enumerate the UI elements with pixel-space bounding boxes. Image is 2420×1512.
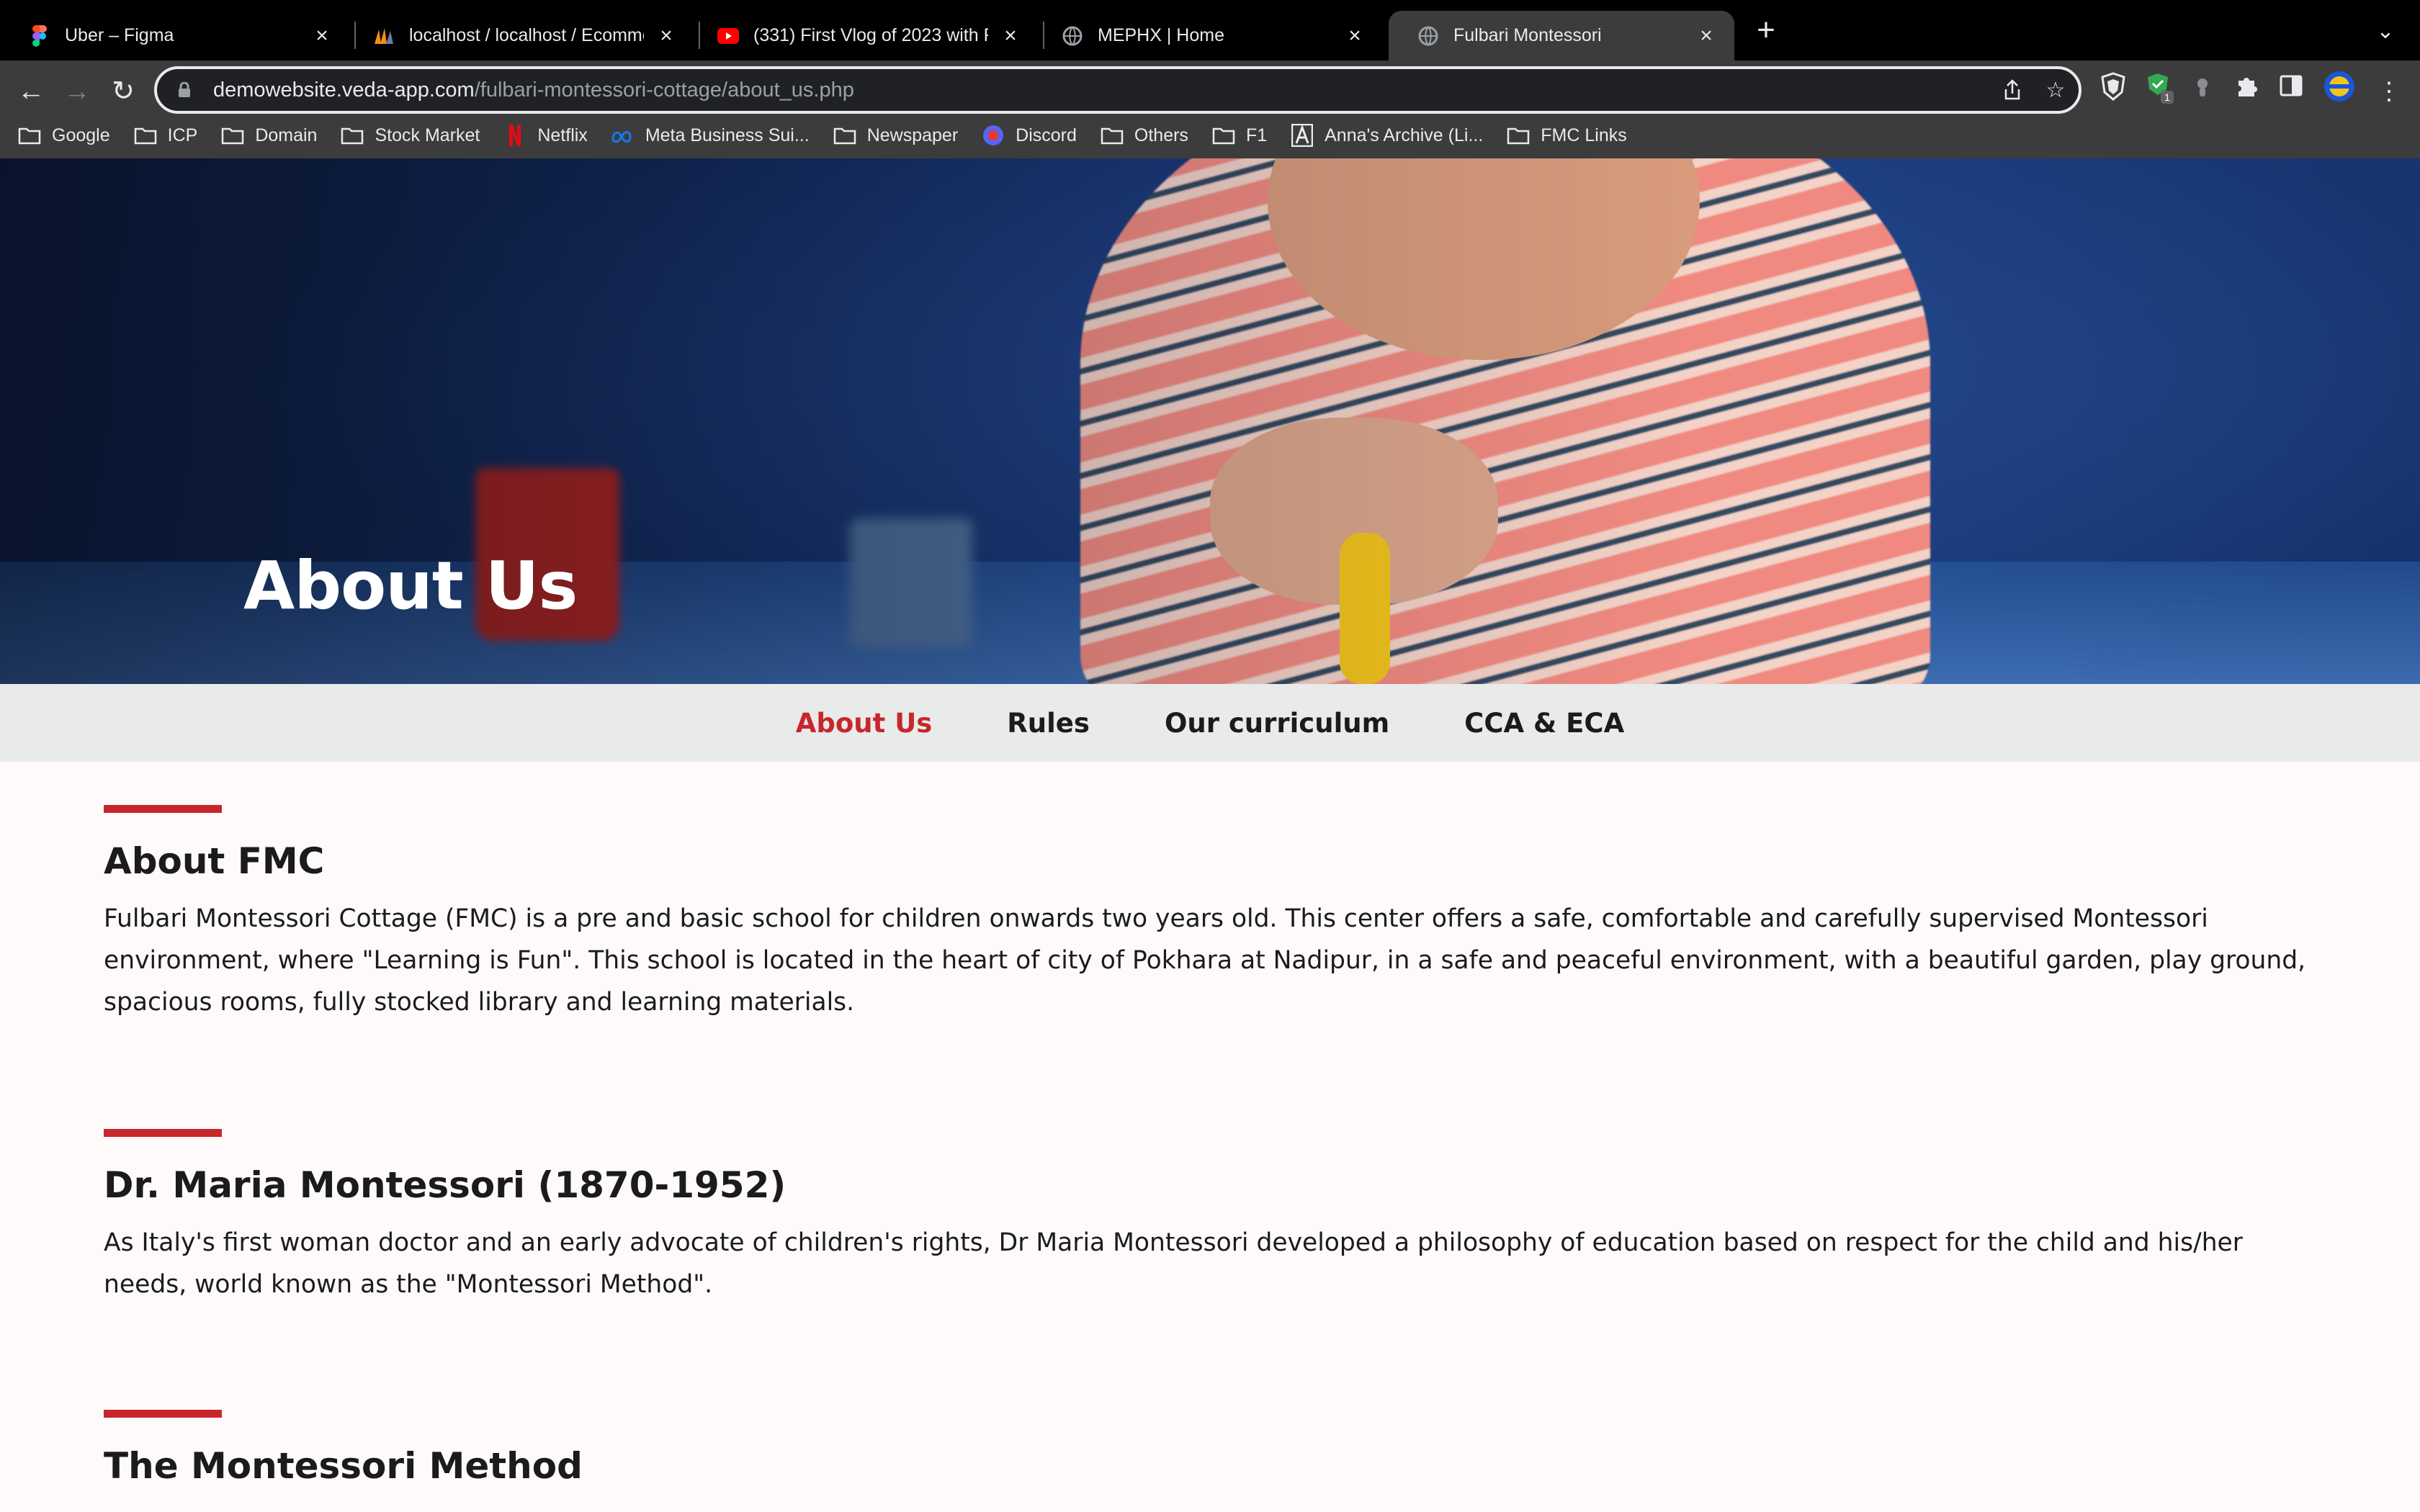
section-about-fmc: About FMC Fulbari Montessori Cottage (FM… [104, 805, 2308, 1023]
discord-icon [981, 125, 1005, 145]
url-path: /fulbari-montessori-cottage/about_us.php [474, 78, 854, 102]
address-bar[interactable]: demowebsite.veda-app.com/fulbari-montess… [154, 66, 2081, 114]
tab-localhost[interactable]: localhost / localhost / Ecomme × [344, 11, 694, 60]
bookmark-google[interactable]: Google [17, 125, 110, 146]
hero-banner: About Us [0, 158, 2420, 684]
folder-icon [1211, 125, 1236, 145]
globe-icon [1417, 25, 1439, 47]
section-body: As Italy's first woman doctor and an ear… [104, 1228, 2243, 1299]
about-subnav: About Us Rules Our curriculum CCA & ECA [0, 684, 2420, 762]
puzzle-extensions-icon[interactable] [2234, 73, 2263, 102]
bookmark-star-icon[interactable]: ☆ [2044, 79, 2067, 102]
subnav-rules[interactable]: Rules [1007, 708, 1090, 739]
bookmark-label: ICP [167, 125, 198, 145]
url-text: demowebsite.veda-app.com/fulbari-montess… [213, 78, 854, 102]
subnav-cca-eca[interactable]: CCA & ECA [1464, 708, 1624, 739]
tab-title: MEPHX | Home [1098, 25, 1224, 45]
bookmark-label: Netflix [537, 125, 588, 145]
share-icon[interactable] [2001, 79, 2024, 102]
section-maria-montessori: Dr. Maria Montessori (1870-1952) As Ital… [104, 1129, 2308, 1305]
annas-archive-icon [1290, 124, 1314, 147]
browser-toolbar: ← → ↻ demowebsite.veda-app.com/fulbari-m… [0, 60, 2420, 173]
figma-icon [29, 24, 50, 47]
tab-mephx[interactable]: MEPHX | Home × [1033, 11, 1383, 60]
bookmark-f1[interactable]: F1 [1211, 125, 1267, 146]
bookmark-label: Meta Business Sui... [645, 125, 810, 145]
tab-title: Fulbari Montessori [1453, 25, 1602, 45]
tab-search-chevron-icon[interactable]: ⌄ [2370, 16, 2401, 48]
close-icon[interactable]: × [1695, 24, 1717, 48]
back-arrow-icon[interactable]: ← [13, 73, 49, 109]
folder-icon [340, 125, 364, 145]
bookmark-label: FMC Links [1541, 125, 1627, 145]
url-host: demowebsite.veda-app.com [213, 78, 475, 102]
shield-check-extension-icon[interactable]: 1 [2145, 72, 2174, 104]
tab-youtube[interactable]: (331) First Vlog of 2023 with F × [689, 11, 1039, 60]
page-title: About Us [243, 547, 578, 624]
folder-icon [1506, 125, 1531, 145]
globe-icon [1062, 25, 1083, 47]
folder-icon [1100, 125, 1124, 145]
bookmark-fmc-links[interactable]: FMC Links [1506, 125, 1627, 146]
folder-icon [133, 125, 158, 145]
bookmark-netflix[interactable]: Netflix [503, 125, 588, 146]
tab-fulbari-montessori[interactable]: Fulbari Montessori × [1389, 11, 1734, 60]
extension-icon[interactable] [2190, 73, 2218, 102]
phpmyadmin-icon [373, 25, 395, 47]
section-body: Fulbari Montessori Cottage (FMC) is a pr… [104, 904, 2306, 1017]
close-icon[interactable]: × [1344, 24, 1366, 48]
subnav-about-us[interactable]: About Us [796, 708, 933, 739]
bookmark-label: Stock Market [375, 125, 480, 145]
bookmark-label: Others [1134, 125, 1188, 145]
folder-icon [17, 125, 42, 145]
bookmark-icp[interactable]: ICP [133, 125, 198, 146]
profile-avatar[interactable] [2323, 71, 2354, 102]
bookmark-domain[interactable]: Domain [220, 125, 317, 146]
youtube-icon [717, 25, 739, 47]
bookmark-annas-archive[interactable]: Anna's Archive (Li... [1290, 124, 1484, 147]
bookmarks-bar: Google ICP Domain Stock Market Netflix M… [0, 114, 2420, 157]
netflix-icon [503, 125, 527, 146]
section-accent-bar [104, 805, 222, 813]
section-accent-bar [104, 1129, 222, 1137]
folder-icon [220, 125, 245, 145]
extension-badge: 1 [2164, 91, 2170, 103]
tab-figma[interactable]: Uber – Figma × [0, 11, 350, 60]
reload-icon[interactable]: ↻ [105, 73, 141, 109]
meta-icon [611, 125, 635, 145]
new-tab-button[interactable]: + [1750, 14, 1782, 48]
bookmark-discord[interactable]: Discord [981, 125, 1077, 146]
browser-tab-bar: Uber – Figma × localhost / localhost / E… [0, 0, 2420, 60]
bookmark-label: Anna's Archive (Li... [1325, 125, 1484, 145]
tab-title: Uber – Figma [65, 25, 174, 45]
close-icon[interactable]: × [1000, 24, 1021, 48]
section-heading: Dr. Maria Montessori (1870-1952) [104, 1164, 786, 1206]
close-icon[interactable]: × [311, 24, 333, 48]
forward-arrow-icon[interactable]: → [59, 73, 95, 109]
folder-icon [833, 125, 857, 145]
section-montessori-method: The Montessori Method [104, 1410, 2308, 1487]
bookmark-label: Domain [255, 125, 318, 145]
bookmark-label: F1 [1245, 125, 1268, 145]
brave-shield-icon[interactable] [2100, 72, 2129, 101]
bookmark-label: Discord [1016, 125, 1077, 145]
section-heading: About FMC [104, 840, 325, 882]
section-heading: The Montessori Method [104, 1445, 583, 1487]
tab-title: (331) First Vlog of 2023 with F [753, 25, 988, 45]
bookmark-stock-market[interactable]: Stock Market [340, 125, 480, 146]
bookmark-meta-business[interactable]: Meta Business Sui... [611, 125, 810, 146]
close-icon[interactable]: × [655, 24, 677, 48]
subnav-our-curriculum[interactable]: Our curriculum [1165, 708, 1389, 739]
section-accent-bar [104, 1410, 222, 1418]
bookmark-others[interactable]: Others [1100, 125, 1188, 146]
side-panel-icon[interactable] [2279, 73, 2308, 102]
bookmark-newspaper[interactable]: Newspaper [833, 125, 958, 146]
bookmark-label: Google [52, 125, 110, 145]
tab-title: localhost / localhost / Ecomme [409, 25, 644, 45]
lock-icon[interactable] [174, 80, 194, 100]
bookmark-label: Newspaper [866, 125, 959, 145]
browser-menu-icon[interactable]: ⋮ [2371, 73, 2407, 109]
